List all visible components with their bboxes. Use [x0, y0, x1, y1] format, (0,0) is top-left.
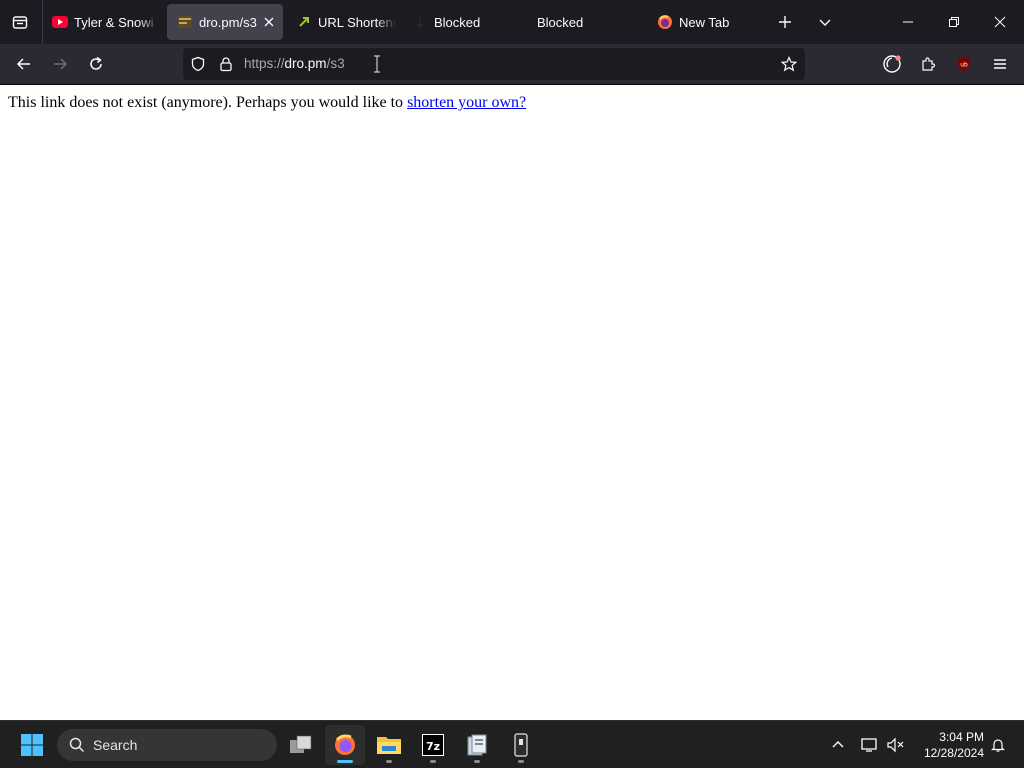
firefox-account-icon[interactable]	[878, 50, 906, 78]
navigation-toolbar: https://dro.pm/s3 ub	[0, 44, 1024, 85]
taskbar-search-box[interactable]: Search	[57, 729, 277, 761]
tab-title: Blocked	[537, 14, 584, 30]
shorten-your-own-link[interactable]: shorten your own?	[407, 94, 526, 111]
extensions-icon[interactable]	[914, 50, 942, 78]
page-content: This link does not exist (anymore). Perh…	[0, 85, 1024, 720]
tab-strip-separator	[42, 0, 43, 44]
minimize-icon[interactable]	[894, 8, 922, 36]
tracking-shield-icon[interactable]	[190, 56, 206, 72]
running-indicator	[518, 760, 524, 763]
running-indicator	[386, 760, 392, 763]
clock-date: 12/28/2024	[923, 746, 984, 760]
reload-icon[interactable]	[82, 50, 110, 78]
tab-title: Blocked	[434, 14, 481, 30]
site-icon	[177, 14, 193, 30]
tab-youtube[interactable]: Tyler & Snowi	[52, 4, 160, 40]
tab-title: New Tab	[679, 14, 730, 30]
url-text[interactable]: https://dro.pm/s3	[244, 56, 345, 72]
restore-icon[interactable]	[940, 8, 968, 36]
blocked-icon	[412, 14, 428, 30]
task-view-icon[interactable]	[281, 725, 321, 765]
file-explorer-icon[interactable]	[369, 725, 409, 765]
tab-dro-pm[interactable]: dro.pm/s3	[167, 4, 283, 40]
menu-icon[interactable]	[986, 50, 1014, 78]
firefox-view-icon[interactable]	[6, 8, 34, 36]
tab-title: dro.pm/s3	[199, 14, 257, 30]
network-icon[interactable]	[858, 729, 882, 761]
svg-text:7z: 7z	[426, 740, 440, 753]
running-indicator	[474, 760, 480, 763]
firefox-icon	[657, 14, 673, 30]
svg-text:ub: ub	[960, 62, 968, 69]
tab-new-tab[interactable]: New Tab	[657, 4, 757, 40]
bookmark-star-icon[interactable]	[781, 56, 797, 72]
search-icon	[69, 737, 85, 753]
not-found-message: This link does not exist (anymore). Perh…	[8, 94, 526, 112]
tab-url-shortener[interactable]: URL Shortener	[296, 4, 396, 40]
ublock-icon[interactable]: ub	[950, 50, 978, 78]
tab-blocked-2[interactable]: Blocked	[537, 4, 637, 40]
taskbar: Search 7z 3:04 PM 12/28/2024	[0, 720, 1024, 768]
forward-icon[interactable]	[46, 50, 74, 78]
tab-title: Tyler & Snowi	[74, 14, 154, 30]
clock-time: 3:04 PM	[939, 730, 984, 744]
windows-start-icon[interactable]	[12, 725, 52, 765]
lock-icon[interactable]	[218, 56, 234, 72]
message-text: This link does not exist (anymore). Perh…	[8, 94, 408, 111]
tab-title: URL Shortener	[318, 14, 396, 30]
back-icon[interactable]	[10, 50, 38, 78]
notification-bell-icon[interactable]	[986, 729, 1010, 761]
volume-muted-icon[interactable]	[884, 729, 908, 761]
running-indicator	[430, 760, 436, 763]
close-window-icon[interactable]	[986, 8, 1014, 36]
list-all-tabs-chevron-down-icon[interactable]	[811, 8, 839, 36]
tab-strip: Tyler & Snowi dro.pm/s3 URL Shortener Bl…	[0, 0, 1024, 44]
text-cursor-icon	[373, 55, 380, 73]
show-hidden-icons-chevron-up-icon[interactable]	[826, 729, 850, 761]
firefox-taskbar-icon[interactable]	[325, 725, 365, 765]
new-tab-plus-icon[interactable]	[771, 8, 799, 36]
search-label: Search	[93, 737, 138, 753]
url-bar[interactable]: https://dro.pm/s3	[183, 48, 805, 80]
running-indicator	[337, 760, 353, 763]
phone-link-icon[interactable]	[501, 725, 541, 765]
shortener-icon	[296, 14, 312, 30]
system-clock[interactable]: 3:04 PM 12/28/2024	[912, 729, 984, 761]
close-tab-icon[interactable]	[261, 14, 277, 30]
youtube-icon	[52, 14, 68, 30]
7zip-icon[interactable]: 7z	[413, 725, 453, 765]
url-host: dro.pm	[284, 56, 327, 71]
tab-blocked-1[interactable]: Blocked	[412, 4, 512, 40]
url-scheme: https://	[244, 56, 285, 71]
url-path: /s3	[326, 56, 345, 71]
app-icon[interactable]	[457, 725, 497, 765]
